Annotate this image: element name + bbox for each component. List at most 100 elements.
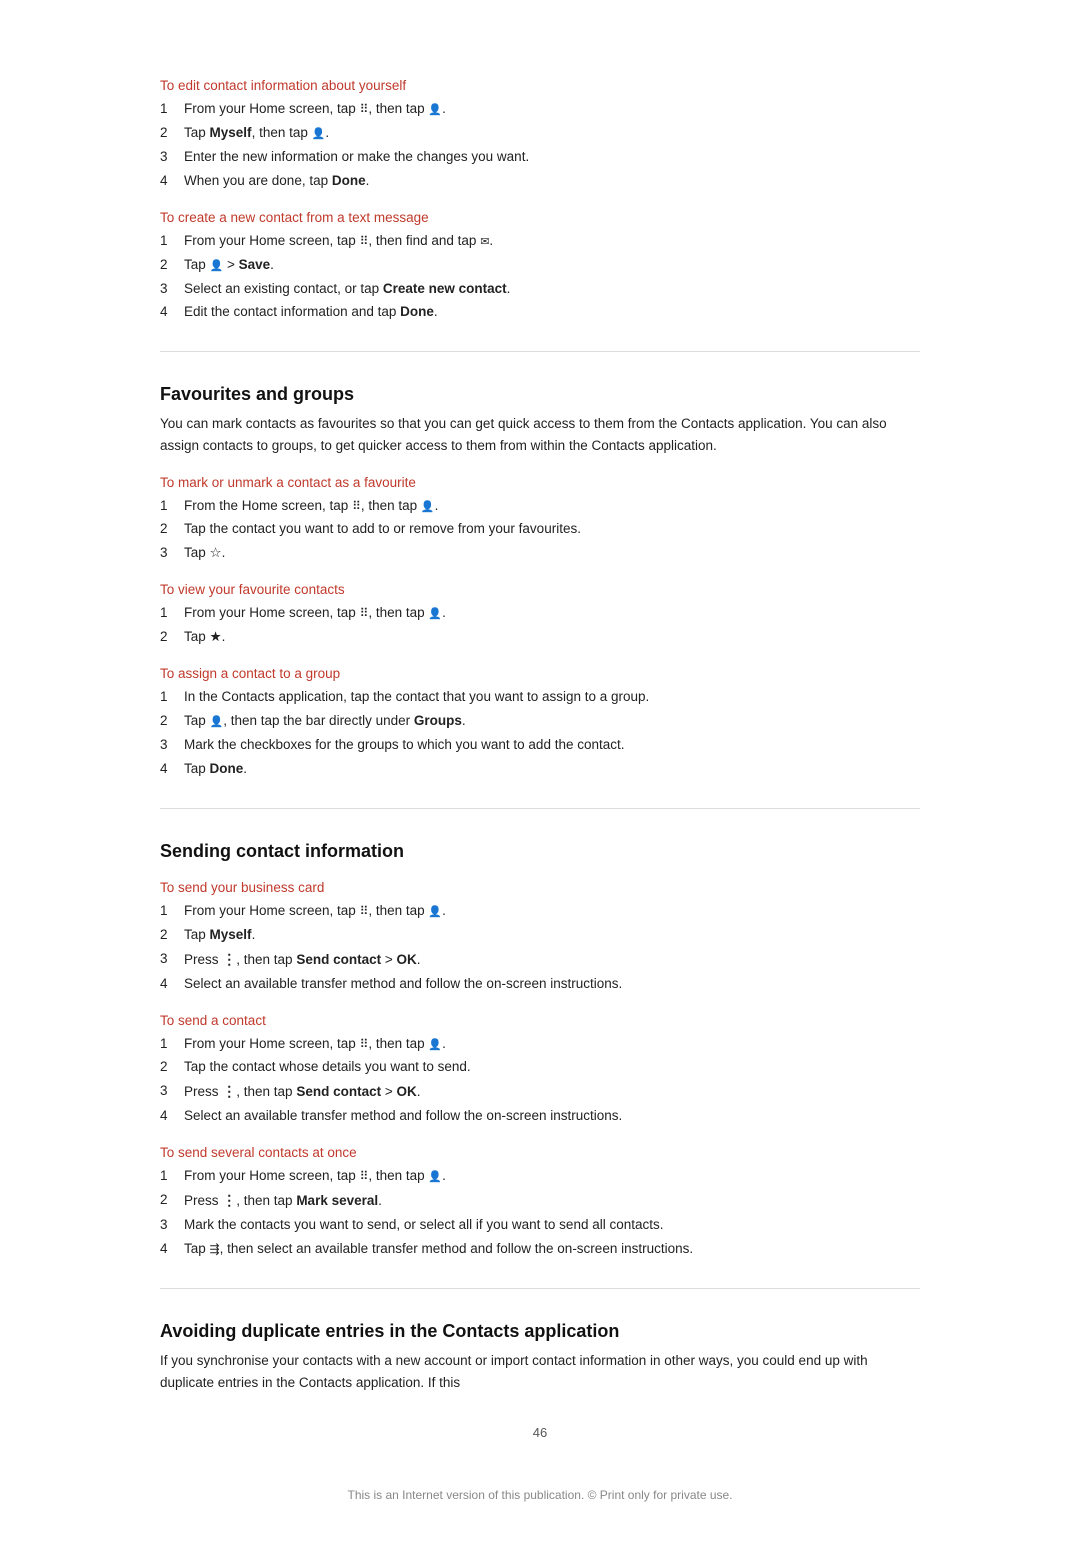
step-text: Press , then tap Send contact > OK. — [184, 1081, 920, 1103]
step-num: 3 — [160, 543, 176, 564]
step-num: 2 — [160, 1190, 176, 1212]
section-divider — [160, 1288, 920, 1289]
step-item: 2 Tap the contact whose details you want… — [160, 1057, 920, 1078]
step-item: 2 Tap Myself, then tap . — [160, 123, 920, 144]
person-edit-icon — [210, 713, 224, 728]
grid-icon — [360, 903, 369, 918]
section-divider — [160, 351, 920, 352]
step-item: 4 Tap , then select an available transfe… — [160, 1239, 920, 1260]
create-contact-heading: To create a new contact from a text mess… — [160, 210, 920, 225]
step-num: 3 — [160, 735, 176, 756]
menu-icon — [222, 1084, 236, 1099]
grid-icon — [360, 233, 369, 248]
step-item: 3 Select an existing contact, or tap Cre… — [160, 279, 920, 300]
share-icon — [210, 1241, 220, 1256]
step-text: Tap Done. — [184, 759, 920, 780]
send-several-steps: 1 From your Home screen, tap , then tap … — [160, 1166, 920, 1260]
step-item: 3 Press , then tap Send contact > OK. — [160, 1081, 920, 1103]
step-text: Enter the new information or make the ch… — [184, 147, 920, 168]
step-num: 1 — [160, 603, 176, 624]
step-num: 4 — [160, 759, 176, 780]
step-text: Select an existing contact, or tap Creat… — [184, 279, 920, 300]
avoiding-duplicates-heading: Avoiding duplicate entries in the Contac… — [160, 1321, 920, 1342]
step-text: Press , then tap Mark several. — [184, 1190, 920, 1212]
msg-icon — [480, 233, 489, 248]
step-item: 1 From the Home screen, tap , then tap . — [160, 496, 920, 517]
star-outline-icon: ☆ — [210, 545, 222, 560]
step-num: 1 — [160, 496, 176, 517]
step-num: 1 — [160, 901, 176, 922]
section-divider — [160, 808, 920, 809]
favourites-groups-heading: Favourites and groups — [160, 384, 920, 405]
step-text: Tap > Save. — [184, 255, 920, 276]
grid-icon — [360, 1036, 369, 1051]
step-text: Press , then tap Send contact > OK. — [184, 949, 920, 971]
step-num: 3 — [160, 1081, 176, 1103]
grid-icon — [352, 498, 361, 513]
step-num: 2 — [160, 1057, 176, 1078]
step-text: From your Home screen, tap , then tap . — [184, 1034, 920, 1055]
mark-favourite-steps: 1 From the Home screen, tap , then tap .… — [160, 496, 920, 565]
step-item: 2 Tap the contact you want to add to or … — [160, 519, 920, 540]
person-icon — [428, 101, 442, 116]
step-num: 2 — [160, 711, 176, 732]
send-business-card-steps: 1 From your Home screen, tap , then tap … — [160, 901, 920, 995]
step-item: 1 From your Home screen, tap , then tap … — [160, 1034, 920, 1055]
step-text: From your Home screen, tap , then tap . — [184, 901, 920, 922]
step-text: Select an available transfer method and … — [184, 1106, 920, 1127]
menu-icon — [222, 1193, 236, 1208]
step-num: 2 — [160, 627, 176, 648]
step-item: 3 Mark the checkboxes for the groups to … — [160, 735, 920, 756]
step-num: 2 — [160, 925, 176, 946]
step-item: 4 Select an available transfer method an… — [160, 974, 920, 995]
step-text: Mark the checkboxes for the groups to wh… — [184, 735, 920, 756]
view-favourite-heading: To view your favourite contacts — [160, 582, 920, 597]
avoiding-duplicates-section: Avoiding duplicate entries in the Contac… — [160, 1321, 920, 1393]
step-item: 2 Tap > Save. — [160, 255, 920, 276]
grid-icon — [360, 1168, 369, 1183]
step-text: From the Home screen, tap , then tap . — [184, 496, 920, 517]
page-number: 46 — [160, 1425, 920, 1440]
step-text: Tap Myself, then tap . — [184, 123, 920, 144]
send-contact-steps: 1 From your Home screen, tap , then tap … — [160, 1034, 920, 1128]
step-text: When you are done, tap Done. — [184, 171, 920, 192]
step-item: 1 From your Home screen, tap , then tap … — [160, 1166, 920, 1187]
step-text: Tap , then select an available transfer … — [184, 1239, 920, 1260]
step-text: Tap ★. — [184, 627, 920, 648]
person-edit-icon — [312, 125, 326, 140]
avoiding-duplicates-description: If you synchronise your contacts with a … — [160, 1350, 920, 1393]
person-icon — [428, 1036, 442, 1051]
step-num: 1 — [160, 231, 176, 252]
grid-icon — [360, 605, 369, 620]
person-icon — [428, 903, 442, 918]
menu-icon — [222, 952, 236, 967]
mark-favourite-heading: To mark or unmark a contact as a favouri… — [160, 475, 920, 490]
step-text: Mark the contacts you want to send, or s… — [184, 1215, 920, 1236]
sending-contact-section: Sending contact information To send your… — [160, 841, 920, 1260]
step-num: 4 — [160, 1106, 176, 1127]
edit-contact-steps: 1 From your Home screen, tap , then tap … — [160, 99, 920, 192]
step-text: From your Home screen, tap , then tap . — [184, 603, 920, 624]
step-text: Select an available transfer method and … — [184, 974, 920, 995]
step-text: Tap the contact you want to add to or re… — [184, 519, 920, 540]
step-num: 3 — [160, 949, 176, 971]
star-icon: ★ — [210, 629, 222, 644]
step-num: 1 — [160, 687, 176, 708]
step-num: 3 — [160, 147, 176, 168]
step-item: 3 Mark the contacts you want to send, or… — [160, 1215, 920, 1236]
step-item: 3 Enter the new information or make the … — [160, 147, 920, 168]
step-text: Edit the contact information and tap Don… — [184, 302, 920, 323]
person-icon — [428, 1168, 442, 1183]
step-num: 3 — [160, 1215, 176, 1236]
person-icon — [421, 498, 435, 513]
step-num: 2 — [160, 123, 176, 144]
view-favourite-steps: 1 From your Home screen, tap , then tap … — [160, 603, 920, 648]
step-num: 2 — [160, 519, 176, 540]
step-text: In the Contacts application, tap the con… — [184, 687, 920, 708]
edit-contact-section: To edit contact information about yourse… — [160, 78, 920, 192]
step-item: 4 Select an available transfer method an… — [160, 1106, 920, 1127]
step-item: 2 Tap Myself. — [160, 925, 920, 946]
step-item: 3 Tap ☆. — [160, 543, 920, 564]
step-text: Tap , then tap the bar directly under Gr… — [184, 711, 920, 732]
step-item: 1 In the Contacts application, tap the c… — [160, 687, 920, 708]
